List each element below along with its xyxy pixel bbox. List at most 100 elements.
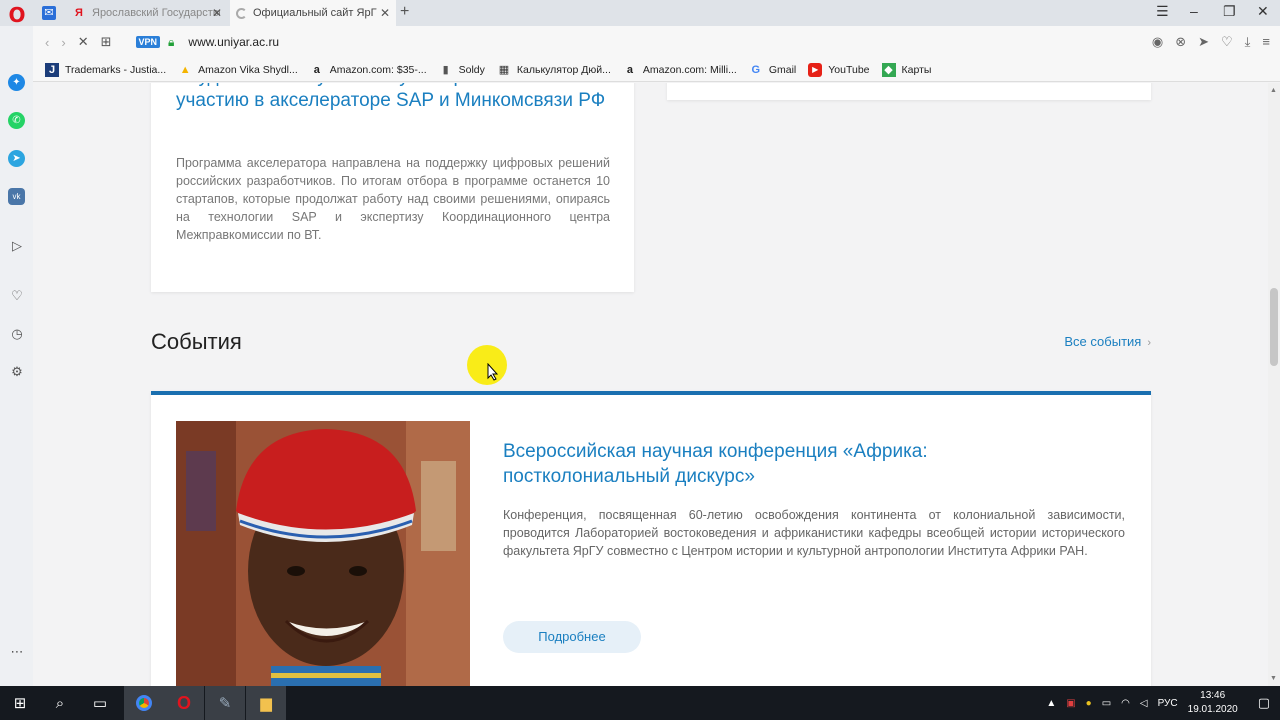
event-image[interactable] — [176, 421, 470, 686]
address-bar: ‹ › ✕ ⊞ VPN 🔒︎ www.uniyar.ac.ru ◉ ⊗ ➤ ♡ … — [33, 26, 1280, 58]
settings-icon[interactable]: ⚙ — [9, 364, 25, 380]
download-icon[interactable]: ⤓ — [1245, 34, 1251, 50]
amazon-icon: a — [313, 63, 320, 76]
scroll-up-icon[interactable]: ▲ — [1270, 87, 1277, 94]
bookmark-item[interactable]: ▦ Калькулятор Дюй... — [497, 63, 611, 77]
tab-label: Ярославский Государственный — [92, 7, 220, 19]
system-tray: ▲ ▣ ● ▭ ◠ ◁ РУС 13:46 19.01.2020 ▢ — [1046, 686, 1280, 720]
heart-icon[interactable]: ♡ — [9, 288, 25, 304]
forward-icon[interactable]: › — [61, 35, 65, 50]
document-icon: ▮ — [442, 63, 449, 76]
event-title[interactable]: Всероссийская научная конференция «Африк… — [503, 439, 973, 489]
file-explorer-icon[interactable]: ▆ — [246, 686, 286, 720]
window-close-icon[interactable]: ✕ — [1257, 3, 1269, 20]
lock-icon[interactable]: 🔒︎ — [168, 35, 174, 50]
news-description: Программа акселератора направлена на под… — [176, 156, 610, 242]
maximize-icon[interactable]: ❐ — [1223, 3, 1236, 20]
woman-portrait-illustration — [176, 421, 470, 686]
more-icon[interactable]: ⋯ — [9, 644, 25, 660]
scroll-thumb[interactable] — [1270, 288, 1278, 366]
bookmark-item[interactable]: ▶ YouTube — [808, 62, 870, 77]
bookmark-item[interactable]: a Amazon.com: $35-... — [310, 63, 427, 77]
all-events-link[interactable]: Все события › — [1064, 334, 1151, 349]
app-icon[interactable]: ✎ — [205, 686, 245, 720]
scroll-down-icon[interactable]: ▼ — [1270, 675, 1277, 682]
maps-icon: ◆ — [881, 62, 896, 77]
mouse-cursor-icon — [487, 363, 499, 381]
page-scrollbar[interactable]: ▲ ▼ — [1268, 83, 1280, 686]
bookmark-item[interactable]: a Amazon.com: Milli... — [623, 63, 737, 77]
whatsapp-icon[interactable]: ✆ — [8, 112, 25, 129]
address-bar-actions: ◉ ⊗ ➤ ♡ ⤓ ≡ — [1152, 34, 1270, 50]
event-card: Всероссийская научная конференция «Африк… — [151, 391, 1151, 686]
tab-official-site[interactable]: Официальный сайт ЯрГУ ✕ — [230, 0, 396, 26]
send-icon[interactable]: ➤ — [1198, 34, 1209, 50]
chevron-right-icon: › — [1147, 337, 1151, 349]
bookmark-item[interactable]: G Gmail — [749, 63, 797, 77]
windows-taskbar: ⊞ ⌕ ▭ O ✎ ▆ ▲ ▣ ● ▭ ◠ ◁ РУС 13:46 19.01.… — [0, 686, 1280, 720]
vk-icon[interactable]: vk — [8, 188, 25, 205]
close-tab-icon[interactable]: ✕ — [380, 6, 390, 20]
events-section-title: События — [151, 329, 242, 354]
bookmark-item[interactable]: J Trademarks - Justia... — [45, 62, 166, 77]
chrome-icon[interactable] — [124, 686, 164, 720]
loading-icon — [236, 7, 247, 19]
event-description: Конференция, посвященная 60-летию освобо… — [503, 508, 1125, 558]
stop-loading-icon[interactable]: ✕ — [78, 34, 89, 50]
tray-up-icon[interactable]: ▲ — [1046, 698, 1056, 709]
battery-icon[interactable]: ▭ — [1102, 698, 1111, 709]
windows-start-icon[interactable]: ⊞ — [0, 686, 40, 720]
menu-icon[interactable]: ≡ — [1262, 34, 1270, 50]
url-field[interactable]: www.uniyar.ac.ru — [188, 35, 279, 49]
youtube-icon: ▶ — [808, 62, 823, 77]
close-tab-icon[interactable]: ✕ — [212, 6, 222, 20]
time: 13:46 — [1200, 690, 1226, 701]
tab-menu-icon[interactable]: ☰ — [1156, 3, 1169, 20]
amazon-icon: a — [626, 63, 633, 76]
history-icon[interactable]: ◷ — [9, 326, 25, 342]
drive-icon: ▲ — [179, 63, 191, 76]
back-icon[interactable]: ‹ — [45, 35, 49, 50]
news-title[interactable]: Студенты и выпускники вузов приглашаются… — [176, 83, 606, 113]
telegram-icon[interactable]: ➤ — [8, 150, 25, 167]
send-icon[interactable]: ▷ — [9, 238, 25, 254]
tab-mail[interactable]: ✉ — [36, 0, 64, 26]
minimize-icon[interactable]: – — [1190, 3, 1198, 19]
calculator-icon: ▦ — [498, 63, 510, 76]
news-card-right[interactable] — [667, 83, 1151, 100]
language-indicator[interactable]: РУС — [1158, 698, 1178, 709]
bookmarks-bar: J Trademarks - Justia... ▲ Amazon Vika Shy… — [33, 58, 1280, 82]
opera-logo-icon[interactable]: O — [6, 4, 28, 26]
tab-strip: O ✉ Я Ярославский Государственный ✕ Офиц… — [0, 0, 1280, 26]
opera-taskbar-icon[interactable]: O — [164, 686, 204, 720]
tray-app-icon[interactable]: ▣ — [1066, 698, 1075, 709]
bookmark-item[interactable]: ▲ Amazon Vika Shydl... — [178, 63, 298, 77]
bookmark-item[interactable]: ◆ Карты — [881, 62, 931, 77]
tray-app-icon[interactable]: ● — [1086, 698, 1092, 709]
bookmark-item[interactable]: ▮ Soldy — [439, 63, 485, 77]
vpn-badge[interactable]: VPN — [135, 36, 161, 48]
date: 19.01.2020 — [1187, 704, 1238, 715]
google-icon: G — [751, 63, 761, 76]
wifi-icon[interactable]: ◠ — [1121, 698, 1130, 709]
camera-icon[interactable]: ◉ — [1152, 34, 1163, 50]
shield-icon[interactable]: ⊗ — [1175, 34, 1186, 50]
more-button[interactable]: Подробнее — [503, 621, 641, 653]
justia-icon: J — [45, 62, 59, 77]
news-card[interactable]: Студенты и выпускники вузов приглашаются… — [151, 83, 634, 292]
messenger-icon[interactable]: ✦ — [8, 74, 25, 91]
opera-sidebar: ✦ ✆ ➤ vk ▷ ♡ ◷ ⚙ ⋯ — [0, 26, 33, 686]
page-content: Студенты и выпускники вузов приглашаются… — [33, 83, 1271, 686]
speed-dial-icon[interactable]: ⊞ — [101, 34, 112, 50]
tab-yaroslavl-university[interactable]: Я Ярославский Государственный ✕ — [66, 0, 228, 26]
task-view-icon[interactable]: ▭ — [80, 686, 120, 720]
notifications-icon[interactable]: ▢ — [1258, 695, 1270, 711]
new-tab-icon[interactable]: + — [400, 3, 409, 21]
search-icon[interactable]: ⌕ — [40, 686, 80, 720]
clock[interactable]: 13:46 19.01.2020 — [1188, 689, 1238, 717]
tab-label: Официальный сайт ЯрГУ — [253, 7, 377, 19]
volume-icon[interactable]: ◁ — [1140, 698, 1148, 709]
yandex-icon: Я — [75, 7, 83, 19]
heart-icon[interactable]: ♡ — [1221, 34, 1233, 50]
mail-icon: ✉ — [42, 6, 56, 20]
